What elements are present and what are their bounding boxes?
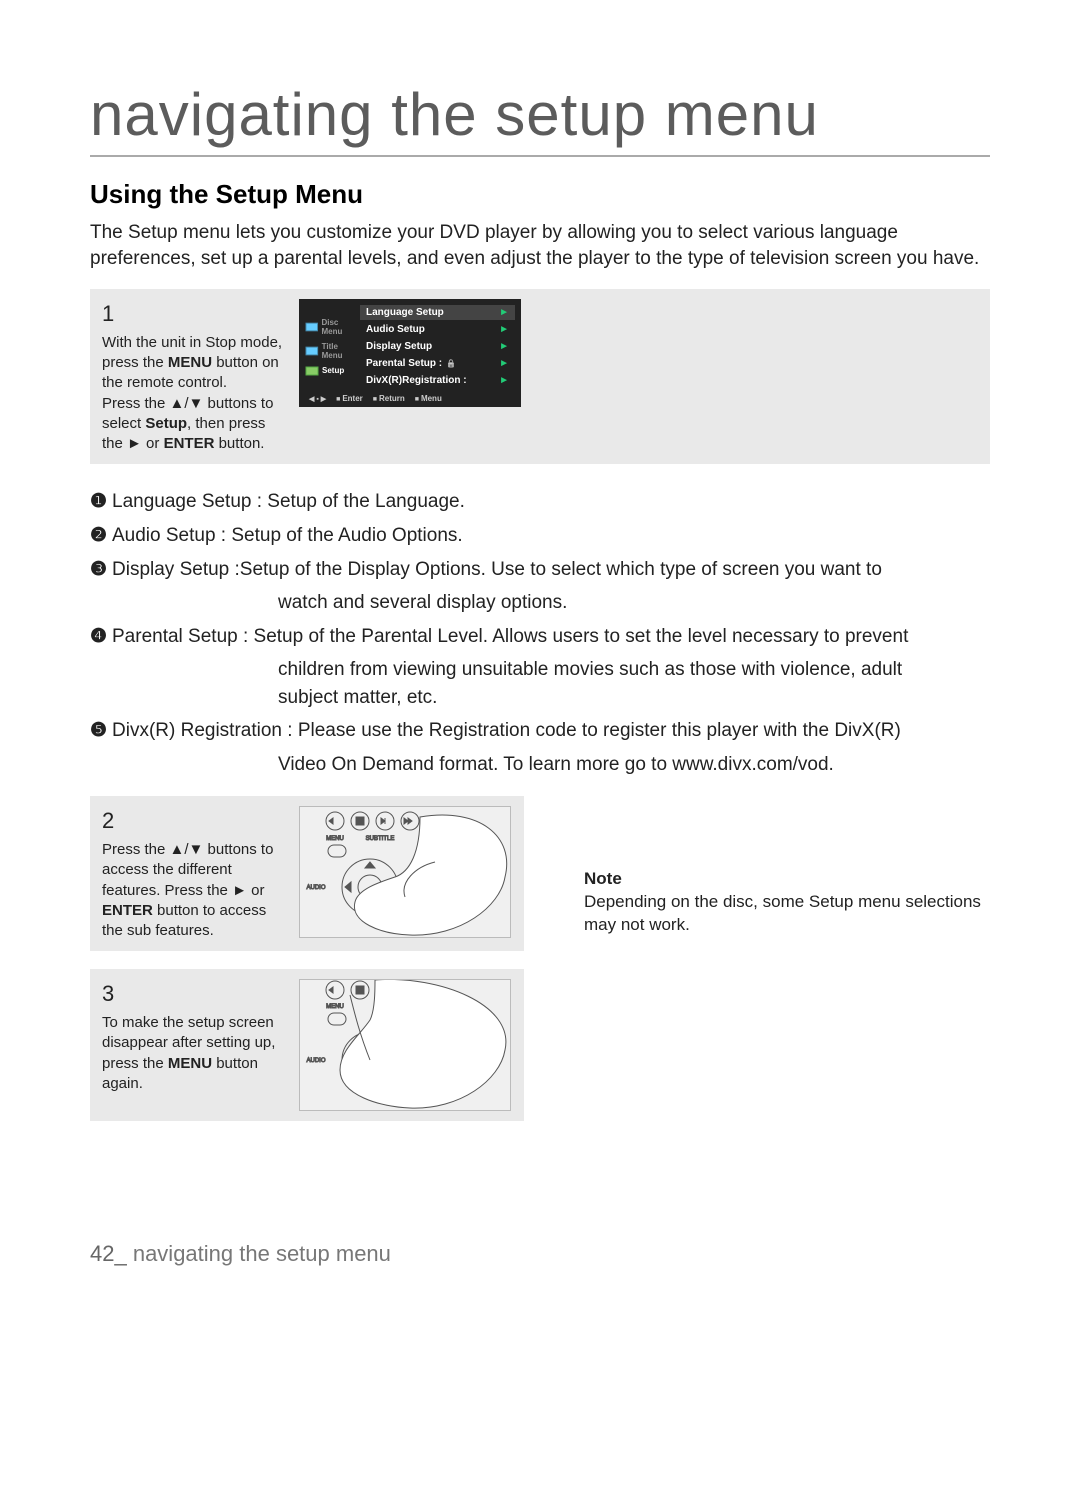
svg-text:AUDIO: AUDIO — [306, 1058, 325, 1064]
bullet-3: ❸ — [90, 556, 112, 584]
footer-text: navigating the setup menu — [127, 1241, 391, 1266]
osd-foot-menu: Menu — [415, 394, 442, 403]
step-2: 2 Press the ▲/▼ buttons to access the di… — [90, 796, 524, 951]
chevron-right-icon: ► — [499, 324, 509, 335]
bullet-2: ❷ — [90, 522, 112, 550]
svg-text:SUBTITLE: SUBTITLE — [366, 836, 395, 842]
note-body: Depending on the disc, some Setup menu s… — [584, 891, 990, 937]
page-footer: 42_ navigating the setup menu — [90, 1241, 990, 1267]
lock-icon — [442, 358, 456, 369]
note: Note Depending on the disc, some Setup m… — [584, 868, 990, 937]
osd-tab-title-menu: Title Menu — [305, 342, 360, 360]
osd-item-display: Display Setup► — [360, 339, 515, 354]
chapter-title: navigating the setup menu — [90, 80, 990, 157]
osd-item-parental: Parental Setup : ► — [360, 356, 515, 371]
on-screen-menu: Disc Menu Title Menu Setup Language Setu… — [299, 299, 521, 407]
remote-illustration-step2: MENU SUBTITLE ENTER AUDIO — [299, 806, 511, 938]
osd-tab-setup: Setup — [305, 366, 360, 376]
osd-footer: Enter Return Menu — [305, 388, 515, 403]
bullet-4: ❹ — [90, 623, 112, 651]
osd-item-language: Language Setup► — [360, 305, 515, 320]
chevron-right-icon: ► — [499, 375, 509, 386]
step-2-text: 2 Press the ▲/▼ buttons to access the di… — [102, 806, 287, 941]
descriptions: ❶Language Setup : Setup of the Language.… — [90, 488, 990, 778]
remote-illustration-step3: MENU AUDIO — [299, 979, 511, 1111]
step-3-text: 3 To make the setup screen disappear aft… — [102, 979, 287, 1094]
step-3-number: 3 — [102, 979, 287, 1009]
osd-foot-return: Return — [373, 394, 405, 403]
disc-icon — [305, 322, 318, 332]
osd-nav-icons — [309, 394, 326, 403]
svg-text:AUDIO: AUDIO — [306, 885, 325, 891]
step-2-number: 2 — [102, 806, 287, 836]
osd-item-audio: Audio Setup► — [360, 322, 515, 337]
intro-paragraph: The Setup menu lets you customize your D… — [90, 220, 990, 271]
osd-tab-disc-menu: Disc Menu — [305, 318, 360, 336]
chevron-right-icon: ► — [499, 358, 509, 369]
svg-text:MENU: MENU — [326, 1004, 344, 1010]
osd-list: Language Setup► Audio Setup► Display Set… — [360, 305, 515, 388]
step-1-number: 1 — [102, 299, 287, 329]
osd-item-divx: DivX(R)Registration :► — [360, 373, 515, 388]
bullet-1: ❶ — [90, 488, 112, 516]
osd-sidebar: Disc Menu Title Menu Setup — [305, 318, 360, 376]
title-icon — [305, 346, 319, 356]
step-3: 3 To make the setup screen disappear aft… — [90, 969, 524, 1121]
note-heading: Note — [584, 868, 990, 891]
step-1: 1 With the unit in Stop mode, press the … — [90, 289, 990, 464]
page-number: 42_ — [90, 1241, 127, 1266]
bullet-5: ❺ — [90, 717, 112, 745]
setup-icon — [305, 366, 319, 376]
chevron-right-icon: ► — [499, 341, 509, 352]
chevron-right-icon: ► — [499, 307, 509, 318]
step-1-text: 1 With the unit in Stop mode, press the … — [102, 299, 287, 454]
section-title: Using the Setup Menu — [90, 179, 990, 210]
svg-text:MENU: MENU — [326, 836, 344, 842]
osd-foot-enter: Enter — [336, 394, 363, 403]
